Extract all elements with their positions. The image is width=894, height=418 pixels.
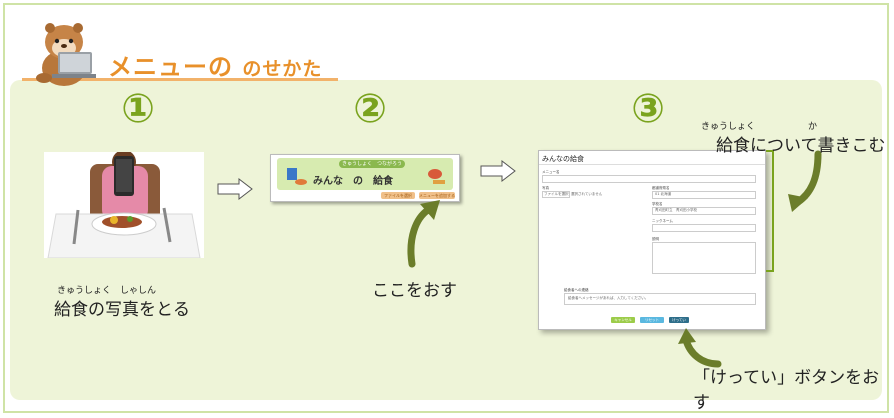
step-3-bottom-caption: 「けってい」ボタンをおす — [693, 368, 880, 413]
vegetable-icon — [428, 169, 445, 184]
reset-button[interactable]: リセット — [640, 317, 664, 323]
form-title: みんなの給食 — [542, 155, 584, 163]
ok-button[interactable]: けってい — [669, 317, 689, 323]
banner: きゅうしょく つながろう みんな の 給食 — [277, 158, 453, 190]
desc-textarea[interactable] — [652, 242, 756, 274]
pref-select[interactable]: 01 北海道 — [652, 191, 756, 199]
arrow-right-icon — [480, 160, 516, 182]
otter-mascot-icon — [36, 23, 96, 86]
curved-arrow-icon — [407, 200, 440, 268]
curved-arrow-icon — [788, 150, 822, 212]
step-2-caption: ここをおす — [372, 281, 457, 301]
step-1-number: ① — [121, 86, 155, 132]
school-select[interactable]: 青刈田町立 青刈田小学校 — [652, 207, 756, 215]
message-textarea[interactable]: 給食者へメッセージがあれば、入力してください。 — [564, 293, 756, 305]
banner-title: みんな の 給食 — [313, 176, 393, 187]
step-3-number: ③ — [631, 86, 665, 132]
food-icon — [287, 168, 307, 185]
divider — [539, 164, 765, 165]
cancel-button[interactable]: キャンセル — [611, 317, 635, 323]
step-3-screenshot: みんなの給食 メニュー名 写真 ファイルを選択 選択されていません 都道府県名 … — [538, 150, 766, 330]
page-title: メニューの のせかた — [108, 53, 323, 81]
nickname-input[interactable] — [652, 224, 756, 232]
banner-pill: きゅうしょく つながろう — [339, 160, 405, 168]
step-1-caption: 給食の写真をとる — [54, 300, 190, 320]
file-button[interactable]: ファイルを選択 — [542, 191, 570, 198]
step-2-number: ② — [353, 86, 387, 132]
arrow-right-icon — [217, 178, 253, 200]
step-3-caption: 給食について書きこむ — [716, 136, 886, 156]
step-2-screenshot: きゅうしょく つながろう みんな の 給食 ファイルを選択 メニューを追加する — [270, 154, 460, 202]
form-bracket — [766, 150, 774, 272]
menu-input[interactable] — [542, 175, 756, 183]
step-1-photo-illustration — [44, 152, 204, 258]
file-status: 選択されていません — [571, 192, 603, 196]
